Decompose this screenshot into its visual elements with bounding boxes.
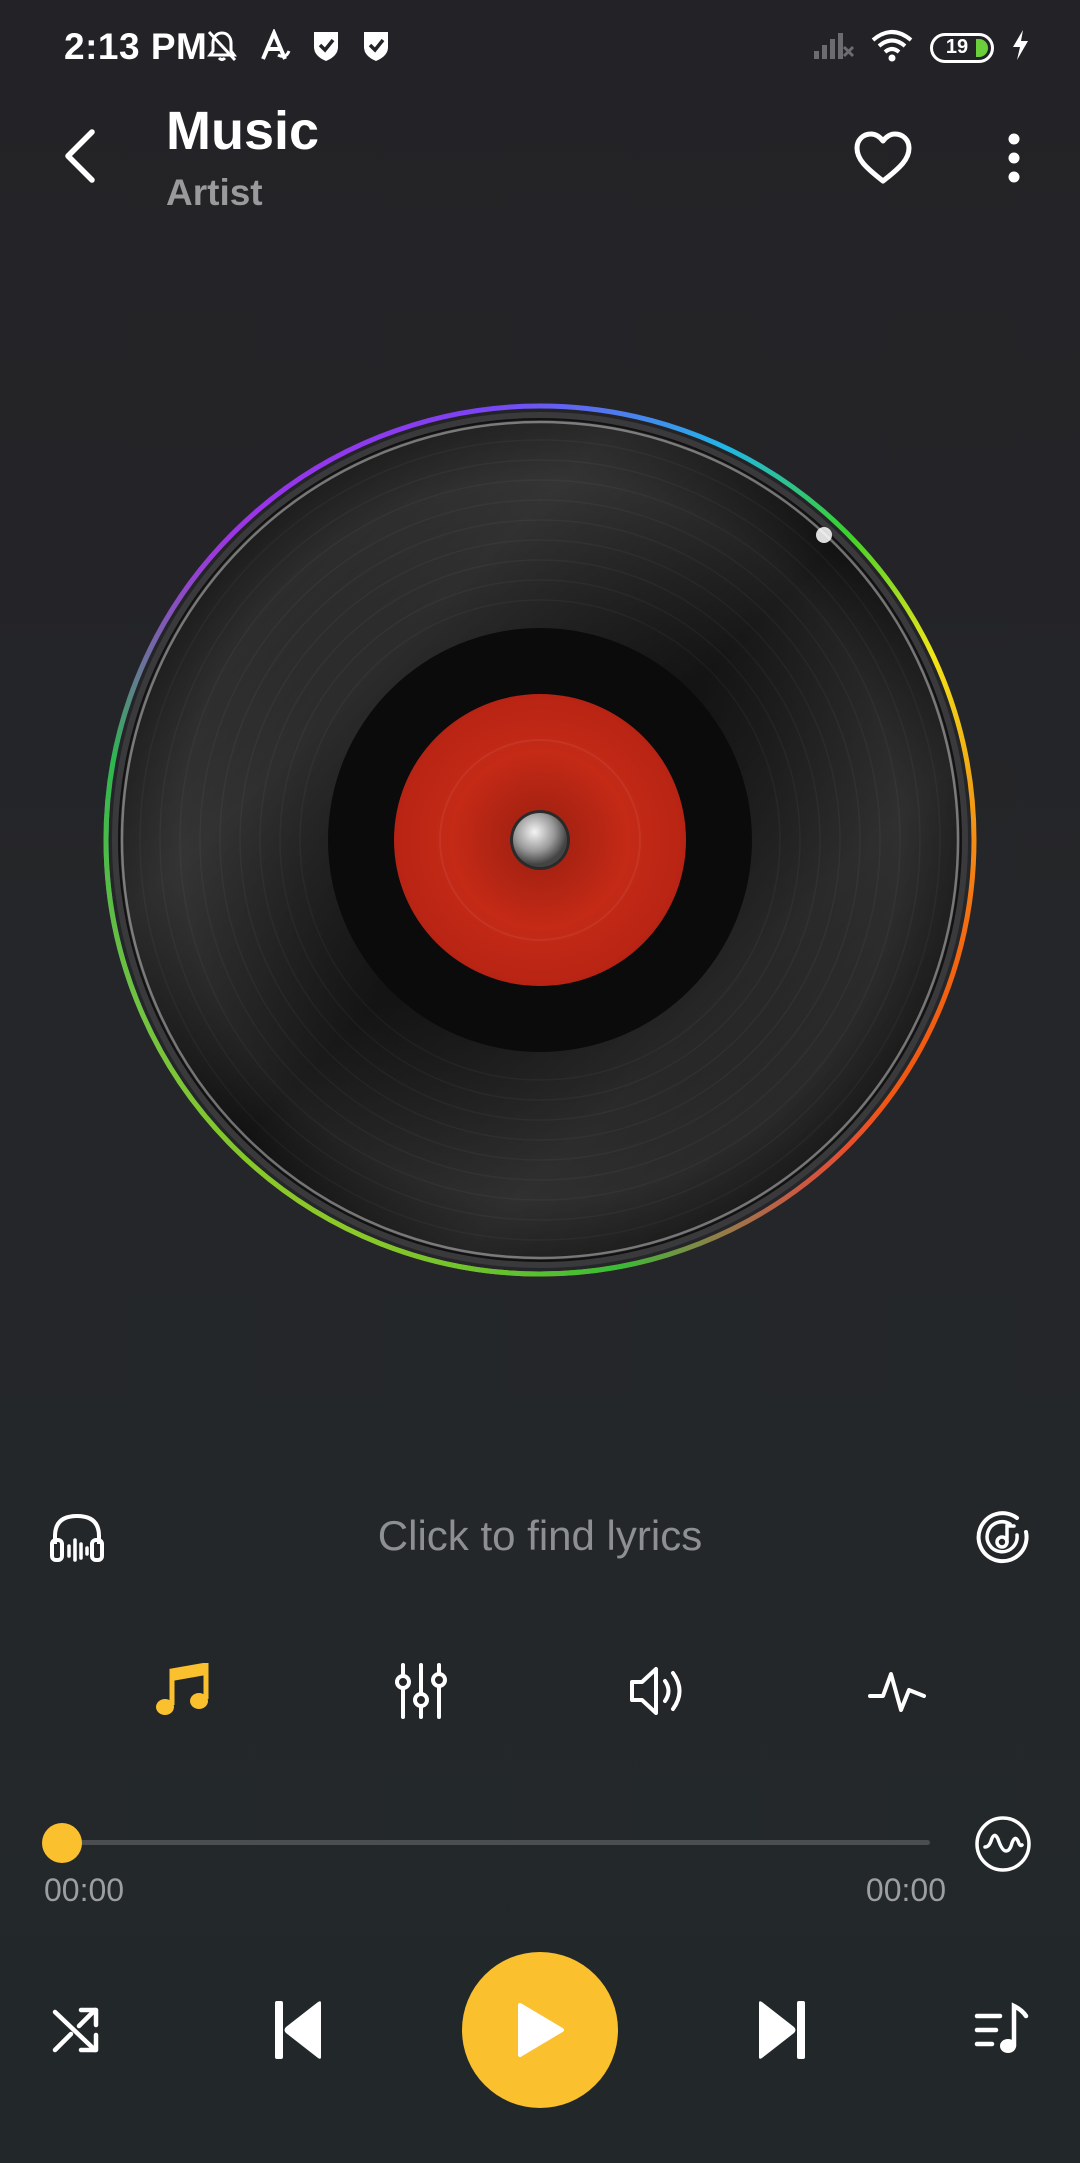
headphones-button[interactable] — [46, 1506, 108, 1568]
volume-button[interactable] — [624, 1656, 694, 1726]
a-icon — [258, 27, 292, 68]
status-icons-right: 19 — [812, 28, 1030, 67]
audio-effect-button[interactable] — [973, 1814, 1033, 1874]
status-time: 2:13 PM — [64, 26, 208, 67]
pulse-button[interactable] — [862, 1656, 932, 1726]
total-time: 00:00 — [865, 1872, 946, 1908]
heart-icon — [854, 131, 912, 184]
shuffle-button[interactable] — [46, 2000, 106, 2060]
play-icon — [518, 2003, 564, 2057]
music-note-icon — [156, 1663, 209, 1715]
music-disc-button[interactable] — [972, 1506, 1034, 1568]
wifi-icon — [870, 28, 914, 67]
mute-icon — [204, 28, 240, 69]
back-button[interactable] — [50, 120, 110, 192]
skip-previous-icon — [275, 2001, 321, 2059]
favorite-button[interactable] — [850, 125, 916, 191]
shield-check-icon — [310, 29, 342, 68]
signal-icon — [812, 29, 855, 66]
artist-name: Artist — [166, 172, 263, 213]
headphones-icon — [50, 1513, 104, 1562]
play-button[interactable] — [462, 1952, 618, 2108]
back-icon — [65, 129, 95, 183]
previous-button[interactable] — [268, 1992, 328, 2068]
shield-check-icon — [360, 29, 392, 68]
equalizer-icon — [395, 1663, 447, 1719]
more-options-button[interactable] — [994, 125, 1034, 191]
more-vertical-icon — [1008, 133, 1020, 183]
battery-level: 19 — [945, 36, 969, 58]
playlist-icon — [974, 2002, 1029, 2053]
sound-wave-icon — [975, 1816, 1031, 1872]
current-time: 00:00 — [44, 1872, 125, 1908]
equalizer-button[interactable] — [386, 1656, 456, 1726]
battery-icon: 19 — [930, 32, 994, 63]
find-lyrics-link[interactable]: Click to find lyrics — [200, 1512, 880, 1560]
shuffle-icon — [52, 2007, 99, 2053]
vinyl-record[interactable] — [100, 400, 980, 1280]
progress-track[interactable] — [62, 1840, 930, 1845]
charging-icon — [1010, 29, 1030, 66]
music-note-button[interactable] — [148, 1656, 218, 1726]
status-icons-left — [204, 27, 392, 69]
pulse-icon — [868, 1672, 926, 1712]
next-button[interactable] — [752, 1992, 812, 2068]
song-title: Music — [166, 101, 320, 161]
volume-icon — [630, 1667, 682, 1715]
progress-thumb[interactable] — [42, 1823, 82, 1863]
queue-button[interactable] — [972, 1998, 1032, 2062]
music-disc-icon — [976, 1511, 1029, 1564]
skip-next-icon — [759, 2001, 805, 2059]
